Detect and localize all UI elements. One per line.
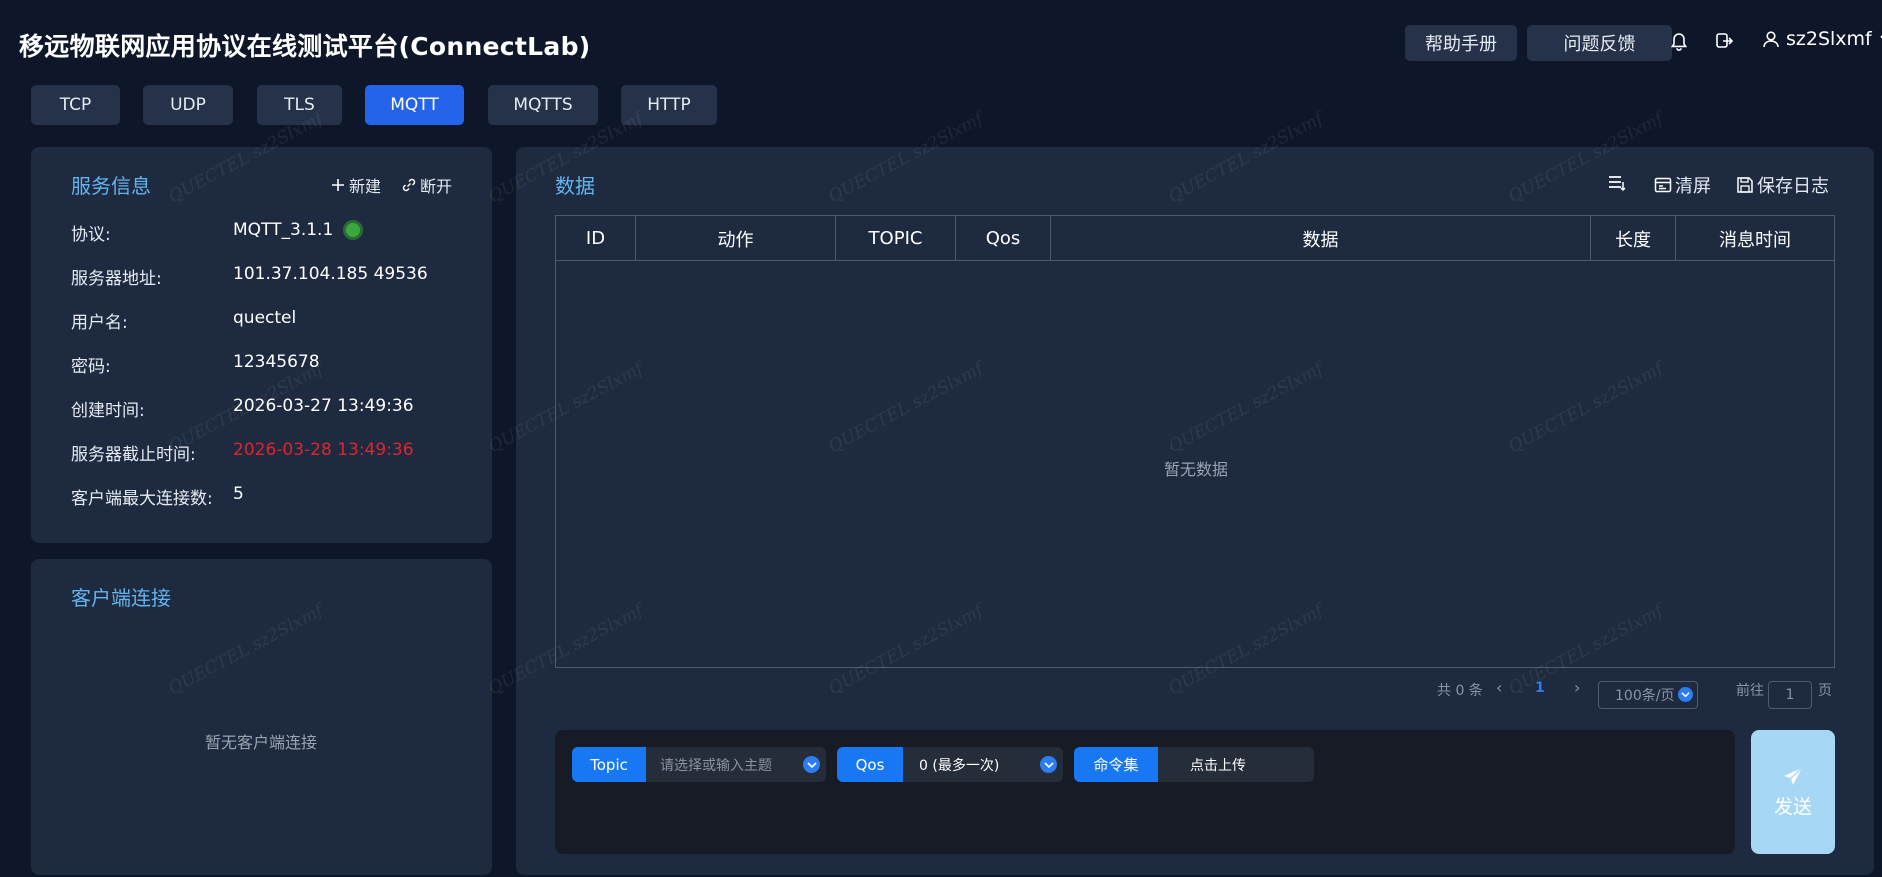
tab-tls[interactable]: TLS [257,85,342,125]
next-page-icon[interactable]: › [1574,678,1580,697]
pagination-total: 共 0 条 [1437,683,1483,699]
save-log-label: 保存日志 [1757,176,1829,197]
data-title: 数据 [555,174,595,198]
qos-selector[interactable]: Qos 0 (最多一次) [837,747,1063,782]
info-row-expiry-time: 服务器截止时间: 2026-03-28 13:49:36 [71,440,414,465]
info-value: quectel [233,308,297,328]
qos-tag: Qos [837,747,903,782]
chevron-down-icon [1040,756,1057,773]
info-row-max-clients: 客户端最大连接数: 5 [71,484,244,509]
info-value: 2026-03-28 13:49:36 [233,440,414,460]
topic-input[interactable]: 请选择或输入主题 [646,747,826,782]
command-set-control[interactable]: 命令集 点击上传 [1074,747,1314,782]
column-header-id[interactable]: ID [556,216,636,261]
page-unit-label: 页 [1818,683,1832,699]
info-label: 创建时间: [71,401,145,421]
clear-screen-label: 清屏 [1675,176,1711,197]
clear-screen-icon [1654,177,1672,193]
info-row-username: 用户名: quectel [71,308,296,333]
page-size-select[interactable]: 100条/页 [1598,681,1698,709]
tab-mqtts[interactable]: MQTTS [488,85,598,125]
qos-value[interactable]: 0 (最多一次) [903,747,1063,782]
pagination-current-page[interactable]: 1 [1535,680,1545,696]
username: sz2Slxmf [1786,28,1872,50]
new-label: 新建 [349,177,382,196]
tab-http[interactable]: HTTP [621,85,717,125]
goto-page-input[interactable]: 1 [1768,681,1812,709]
tab-udp[interactable]: UDP [143,85,233,125]
app-title: 移远物联网应用协议在线测试平台(ConnectLab) [19,32,591,61]
goto-label: 前往 [1736,683,1764,699]
info-label: 客户端最大连接数: [71,489,213,509]
column-header-qos[interactable]: Qos [956,216,1051,261]
disconnect-button[interactable]: 断开 [402,173,452,197]
column-header-data[interactable]: 数据 [1051,216,1591,261]
no-clients-text: 暂无客户端连接 [205,733,318,752]
tab-tcp[interactable]: TCP [31,85,120,125]
tab-mqtt[interactable]: MQTT [365,85,464,125]
chevron-down-icon [803,756,820,773]
upload-button[interactable]: 点击上传 [1158,747,1314,782]
no-data-text: 暂无数据 [1164,460,1229,479]
info-value: 101.37.104.185 49536 [233,264,428,284]
info-value: 5 [233,484,244,504]
service-info-title: 服务信息 [71,174,151,198]
info-label: 服务器截止时间: [71,445,196,465]
column-header-length[interactable]: 长度 [1591,216,1676,261]
column-header-action[interactable]: 动作 [636,216,836,261]
client-connections-panel: 客户端连接 暂无客户端连接 [31,559,492,875]
user-menu[interactable]: sz2Slxmf [1762,28,1882,50]
prev-page-icon[interactable]: ‹ [1496,678,1502,697]
plus-icon [332,179,344,191]
info-row-protocol: 协议: MQTT_3.1.1 [71,220,364,245]
send-label: 发送 [1773,795,1812,818]
info-label: 协议: [71,225,111,245]
save-icon [1737,177,1753,193]
client-connections-title: 客户端连接 [71,586,171,610]
column-header-message-time[interactable]: 消息时间 [1676,216,1834,261]
topic-tag: Topic [572,747,646,782]
command-set-tag[interactable]: 命令集 [1074,747,1158,782]
save-log-button[interactable]: 保存日志 [1736,172,1829,198]
info-label: 用户名: [71,313,128,333]
disconnect-label: 断开 [420,177,453,196]
info-value: 2026-03-27 13:49:36 [233,396,414,416]
paper-plane-icon [1784,766,1803,785]
connection-status-dot [343,220,364,240]
app-header: 移远物联网应用协议在线测试平台(ConnectLab) 帮助手册 问题反馈 sz… [0,0,1882,84]
info-value: 12345678 [233,352,320,372]
bell-icon[interactable] [1667,30,1691,54]
page-size-value: 100条/页 [1615,688,1675,704]
topic-selector[interactable]: Topic 请选择或输入主题 [572,747,826,782]
column-settings-icon[interactable] [1607,173,1629,195]
data-table: ID 动作 TOPIC Qos 数据 长度 消息时间 暂无数据 [555,215,1835,668]
user-icon [1763,31,1779,48]
chevron-down-icon [1880,35,1882,39]
send-button[interactable]: 发送 [1751,730,1835,854]
unlink-icon [402,178,416,192]
new-button[interactable]: 新建 [331,173,381,197]
switch-account-icon[interactable] [1712,30,1736,54]
help-manual-button[interactable]: 帮助手册 [1405,25,1517,61]
chevron-down-icon [1678,687,1693,702]
info-label: 服务器地址: [71,269,162,289]
clear-screen-button[interactable]: 清屏 [1654,172,1711,198]
info-row-created-time: 创建时间: 2026-03-27 13:49:36 [71,396,414,421]
table-header: ID 动作 TOPIC Qos 数据 长度 消息时间 [556,216,1834,261]
service-info-panel: 服务信息 新建 断开 协议: MQTT_3.1.1 服务器地址: 101.37.… [31,147,492,543]
feedback-button[interactable]: 问题反馈 [1527,25,1672,61]
info-row-server-address: 服务器地址: 101.37.104.185 49536 [71,264,428,289]
info-row-password: 密码: 12345678 [71,352,320,377]
info-value: MQTT_3.1.1 [233,220,334,240]
column-header-topic[interactable]: TOPIC [836,216,956,261]
info-label: 密码: [71,357,111,377]
